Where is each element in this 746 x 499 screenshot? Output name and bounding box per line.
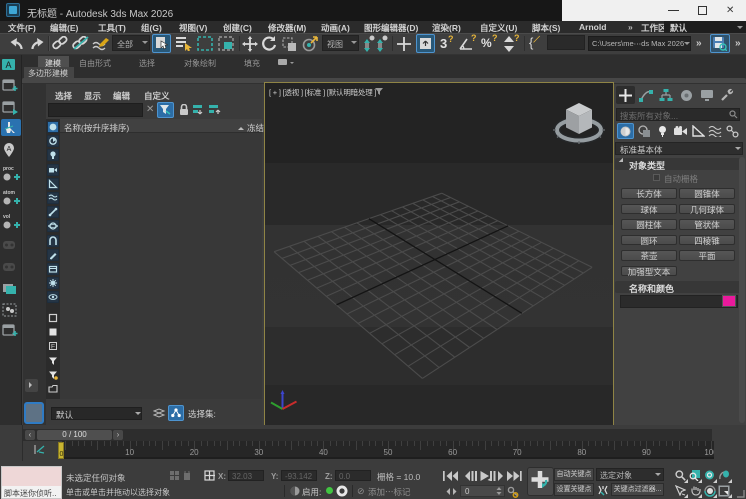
svg-text:A: A (7, 146, 12, 153)
svg-text:A: A (5, 60, 11, 70)
svg-text:atom: atom (3, 190, 16, 196)
svg-text:proc: proc (3, 166, 14, 172)
svg-text:F: F (51, 344, 55, 351)
svg-text:vol: vol (3, 214, 11, 220)
